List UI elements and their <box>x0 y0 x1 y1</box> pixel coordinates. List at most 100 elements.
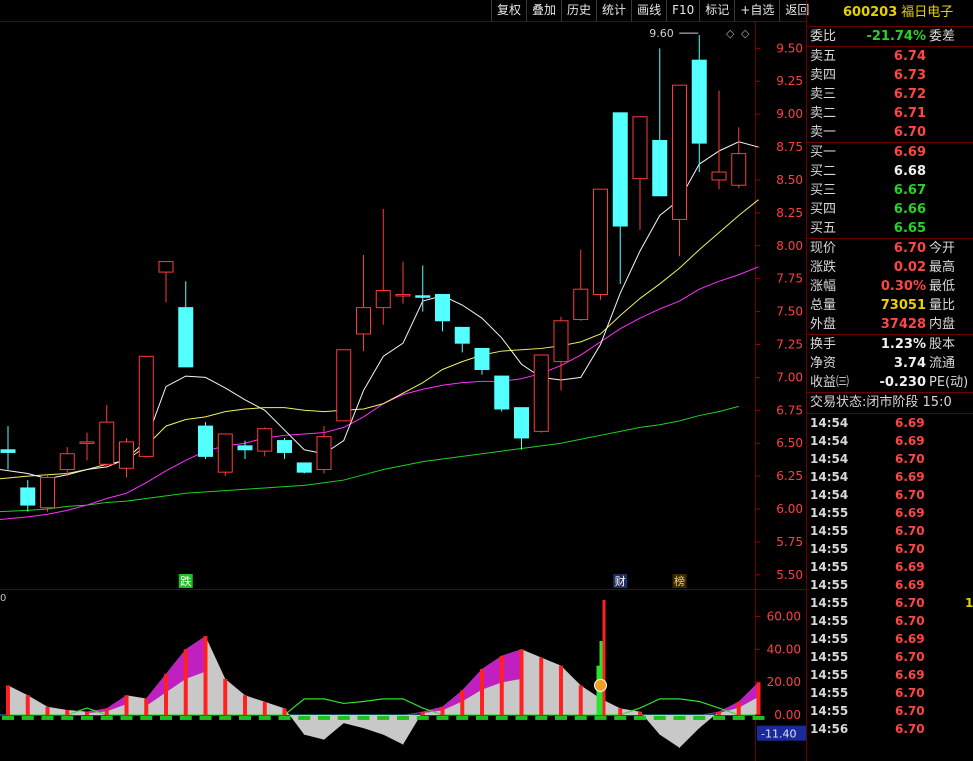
candle-body <box>59 453 75 471</box>
tick-row: 14:54 6.69 <box>807 414 973 432</box>
ask-row[interactable]: 卖四 6.73 <box>807 66 973 85</box>
candle-body <box>415 295 431 298</box>
indicator-base-marker <box>456 715 469 720</box>
ask-row[interactable]: 卖三 6.72 <box>807 85 973 104</box>
quote-label2: 量比 <box>929 298 956 313</box>
indicator-bar-positive <box>460 690 465 715</box>
tick-price: 6.70 <box>895 650 925 664</box>
candle-body <box>553 320 569 363</box>
candle <box>593 188 608 300</box>
bid-label: 买三 <box>810 183 837 198</box>
quote-value: 0.30% <box>880 279 926 294</box>
ask-price: 6.71 <box>893 106 926 121</box>
toolbar-button-add-watchlist[interactable]: +自选 <box>734 0 779 21</box>
bid-row[interactable]: 买一 6.69 <box>807 143 973 162</box>
price-tick-label: 6.75 <box>776 403 803 417</box>
tick-row: 14:55 6.70 <box>807 522 973 540</box>
ask-price: 6.70 <box>893 125 926 140</box>
candle <box>158 261 174 303</box>
indicator-base-marker <box>179 715 192 720</box>
ask-row[interactable]: 卖一 6.70 <box>807 123 973 142</box>
indicator-bar-positive <box>559 665 563 715</box>
weicha-label: 委差 <box>929 29 956 44</box>
bid-price: 6.69 <box>893 145 926 160</box>
fin-row: 收益㈢ -0.230 PE(动) <box>807 373 973 392</box>
indicator-bar-positive <box>164 673 168 715</box>
tick-time: 14:54 <box>810 470 849 484</box>
ask-price: 6.74 <box>893 49 926 64</box>
chart-toolbar: 复权 叠加 历史 统计 画线 F10 标记 +自选 返回 <box>491 0 814 22</box>
bid-row[interactable]: 买四 6.66 <box>807 200 973 219</box>
indicator-base-marker <box>693 715 706 720</box>
tick-price: 6.69 <box>895 506 925 520</box>
candle <box>198 422 213 460</box>
bid-row[interactable]: 买二 6.68 <box>807 162 973 181</box>
tick-price: 6.70 <box>895 614 925 628</box>
candle-body <box>198 425 213 457</box>
stock-name: 福日电子 <box>901 5 954 20</box>
candle-body <box>158 261 174 273</box>
indicator-base-marker <box>594 715 607 720</box>
trade-status-label: 交易状态: <box>810 395 867 410</box>
tick-row: 14:54 6.69 <box>807 468 973 486</box>
ask-row[interactable]: 卖二 6.71 <box>807 104 973 123</box>
trade-status: 交易状态:闭市阶段 15:0 <box>807 392 973 413</box>
toolbar-button-f10[interactable]: F10 <box>666 0 699 21</box>
candle-body <box>178 307 194 368</box>
price-tick-label: 8.00 <box>776 239 803 253</box>
ask-label: 卖五 <box>810 49 837 64</box>
candle-body <box>731 153 747 186</box>
tick-time: 14:54 <box>810 434 849 448</box>
indicator-base-marker <box>337 715 350 720</box>
tick-row: 14:55 6.69 <box>807 504 973 522</box>
toolbar-button-draw[interactable]: 画线 <box>631 0 666 21</box>
quote-row: 涨幅 0.30% 最低 <box>807 277 973 296</box>
indicator-base-marker <box>219 715 232 720</box>
bid-row[interactable]: 买三 6.67 <box>807 181 973 200</box>
tick-time: 14:55 <box>810 560 849 574</box>
indicator-base-marker <box>239 715 251 720</box>
candle-body <box>573 288 589 320</box>
candle <box>119 437 134 478</box>
ask-row[interactable]: 卖五 6.74 <box>807 47 973 66</box>
indicator-tick-label: 0.00 <box>774 708 801 722</box>
candle-body <box>691 59 707 144</box>
tick-price: 6.69 <box>895 578 925 592</box>
ask-label: 卖四 <box>810 68 837 83</box>
indicator-bar-positive <box>183 649 188 715</box>
indicator-base-marker <box>2 715 14 720</box>
stock-code: 600203 <box>843 5 898 20</box>
tick-price: 6.70 <box>895 488 925 502</box>
candle <box>138 355 154 457</box>
candle <box>178 281 194 368</box>
candle <box>356 254 371 352</box>
indicator-base-marker <box>555 715 567 720</box>
indicator-bar-positive <box>45 706 50 715</box>
bid-label: 买五 <box>810 221 837 236</box>
quote-row: 涨跌 0.02 最高 <box>807 258 973 277</box>
indicator-base-marker <box>495 715 508 720</box>
indicator-bar-positive <box>578 685 583 715</box>
indicator-bar-positive <box>243 695 247 715</box>
tick-row: 14:55 6.69 <box>807 630 973 648</box>
tick-row: 14:54 6.70 <box>807 450 973 468</box>
indicator-bar-positive <box>519 649 524 715</box>
price-tick-label: 7.75 <box>776 272 803 286</box>
bid-price: 6.68 <box>893 164 926 179</box>
tick-list[interactable]: 14:54 6.69 14:54 6.69 14:54 6.70 14:54 6.69 14:5… <box>807 413 973 738</box>
candle <box>415 265 431 312</box>
stock-header: 600203 福日电子 <box>807 0 973 26</box>
quote-label: 外盘 <box>810 317 837 332</box>
toolbar-button-fuquan[interactable]: 复权 <box>491 0 526 21</box>
price-tick-label: 6.00 <box>776 502 803 516</box>
bid-price: 6.65 <box>893 221 926 236</box>
bid-row[interactable]: 买五 6.65 <box>807 219 973 238</box>
fin-row: 净资 3.74 流通 <box>807 354 973 373</box>
toolbar-button-mark[interactable]: 标记 <box>699 0 734 21</box>
tick-row: 14:55 6.70 <box>807 612 973 630</box>
kline-chart-area[interactable]: 9.50 9.25 9.00 8.75 8.50 8.25 8.00 7.75 7.50 7.25… <box>0 0 806 761</box>
toolbar-button-history[interactable]: 历史 <box>561 0 596 21</box>
candle-body <box>632 116 648 180</box>
toolbar-button-stats[interactable]: 统计 <box>596 0 631 21</box>
toolbar-button-overlay[interactable]: 叠加 <box>526 0 561 21</box>
